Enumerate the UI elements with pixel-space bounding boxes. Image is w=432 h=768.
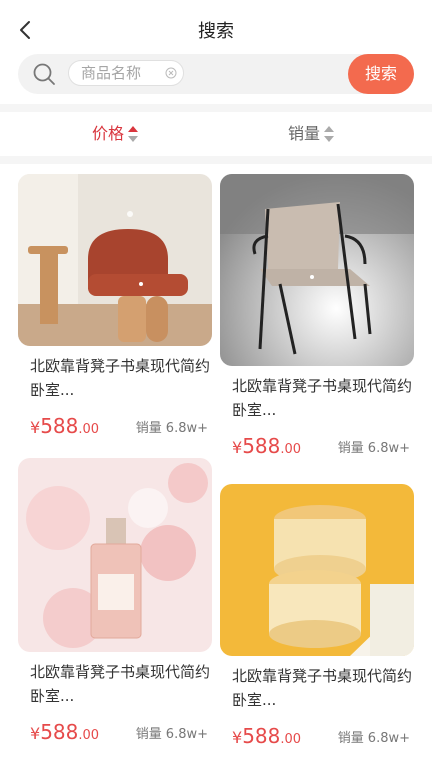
product-card[interactable]: 北欧靠背凳子书桌现代简约卧室... ¥588.00 销量 6.8w+ (220, 484, 414, 748)
product-card[interactable]: 北欧靠背凳子书桌现代简约卧室... ¥588.00 销量 6.8w+ (18, 174, 212, 438)
page-title: 搜索 (198, 21, 234, 42)
product-sales: 销量 6.8w+ (135, 727, 208, 742)
divider (0, 104, 432, 112)
sort-arrows-icon (128, 126, 139, 142)
sort-sales-label: 销量 (288, 124, 321, 143)
sort-bar: 价格 销量 (0, 112, 432, 156)
product-image[interactable] (18, 458, 212, 652)
product-card[interactable]: 北欧靠背凳子书桌现代简约卧室... ¥588.00 销量 6.8w+ (220, 174, 414, 458)
product-name: 北欧靠背凳子书桌现代简约卧室... (30, 663, 211, 705)
sort-sales-tab[interactable]: 销量 (288, 112, 335, 156)
product-price: ¥588.00 (232, 724, 302, 748)
search-icon (33, 63, 55, 85)
search-input[interactable]: 商品名称 (68, 60, 184, 86)
divider (0, 156, 432, 164)
search-bar: 商品名称 搜索 (18, 54, 414, 94)
product-price: ¥588.00 (232, 434, 302, 458)
product-image[interactable] (18, 174, 212, 346)
product-image[interactable] (220, 484, 414, 656)
clear-icon[interactable] (165, 67, 177, 79)
sort-arrows-icon (324, 126, 335, 142)
product-name: 北欧靠背凳子书桌现代简约卧室... (232, 377, 413, 419)
header: 搜索 (0, 0, 432, 60)
product-sales: 销量 6.8w+ (135, 421, 208, 436)
product-price: ¥588.00 (30, 414, 100, 438)
product-image[interactable] (220, 174, 414, 366)
sort-price-label: 价格 (92, 124, 125, 143)
product-name: 北欧靠背凳子书桌现代简约卧室... (30, 357, 211, 399)
sort-price-tab[interactable]: 价格 (92, 112, 139, 156)
product-price: ¥588.00 (30, 720, 100, 744)
product-name: 北欧靠背凳子书桌现代简约卧室... (232, 667, 413, 709)
product-sales: 销量 6.8w+ (337, 731, 410, 746)
search-placeholder: 商品名称 (81, 64, 142, 82)
product-sales: 销量 6.8w+ (337, 441, 410, 456)
search-button[interactable]: 搜索 (348, 54, 414, 94)
product-card[interactable]: 北欧靠背凳子书桌现代简约卧室... ¥588.00 销量 6.8w+ (18, 458, 212, 744)
